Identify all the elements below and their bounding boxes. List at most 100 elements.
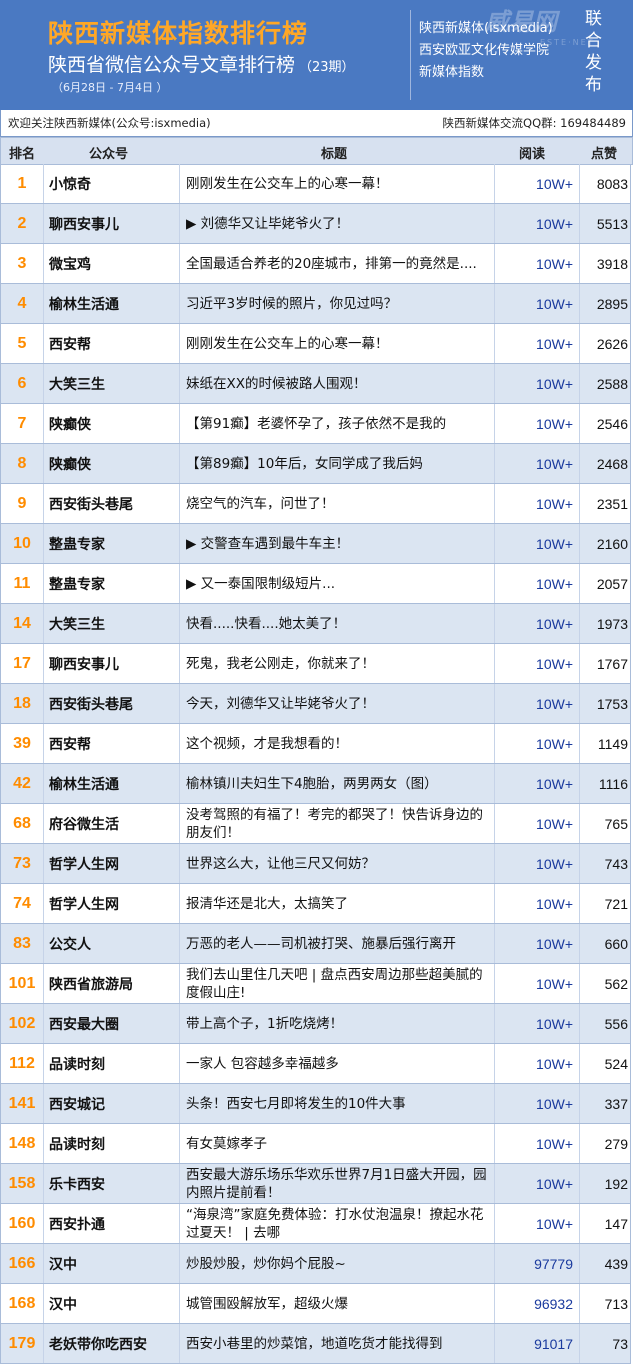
title-cell[interactable]: 没考驾照的有福了！考完的都哭了！快告诉身边的朋友们！ — [179, 804, 494, 843]
title-cell[interactable]: 西安小巷里的炒菜馆，地道吃货才能找得到 — [179, 1324, 494, 1363]
title-cell[interactable]: 西安最大游乐场乐华欢乐世界7月1日盛大开园，园内照片提前看！ — [179, 1164, 494, 1203]
table-row[interactable]: 68 府谷微生活 没考驾照的有福了！考完的都哭了！快告诉身边的朋友们！ 10W+ 765 — [0, 804, 631, 844]
title-cell[interactable]: 报清华还是北大，太搞笑了 — [179, 884, 494, 923]
page-subtitle: 陕西省微信公众号文章排行榜 （23期） — [48, 50, 355, 77]
table-row[interactable]: 112 品读时刻 一家人 包容越多幸福越多 10W+ 524 — [0, 1044, 631, 1084]
page-title: 陕西新媒体指数排行榜 — [48, 19, 309, 48]
title-cell[interactable]: 习近平3岁时候的照片，你见过吗？ — [179, 284, 494, 323]
account-cell: 西安城记 — [43, 1084, 179, 1123]
reads-cell: 10W+ — [494, 444, 579, 483]
reads-cell: 96932 — [494, 1284, 579, 1323]
likes-cell: 3918 — [579, 244, 630, 283]
title-cell[interactable]: 万恶的老人——司机被打哭、施暴后强行离开 — [179, 924, 494, 963]
account-cell: 西安帮 — [43, 724, 179, 763]
rank-cell: 160 — [8, 1214, 36, 1232]
title-cell[interactable]: 这个视频，才是我想看的！ — [179, 724, 494, 763]
title-cell[interactable]: 头条！西安七月即将发生的10件大事 — [179, 1084, 494, 1123]
table-row[interactable]: 10 整蛊专家 ▶ 交警查车遇到最牛车主！ 10W+ 2160 — [0, 524, 631, 564]
rank-cell: 166 — [8, 1254, 36, 1272]
qq-group-notice: 陕西新媒体交流QQ群: 169484489 — [442, 116, 626, 130]
title-cell[interactable]: 妹纸在XX的时候被路人围观！ — [179, 364, 494, 403]
likes-cell: 1767 — [579, 644, 630, 683]
table-row[interactable]: 148 品读时刻 有女莫嫁孝子 10W+ 279 — [0, 1124, 631, 1164]
header-divider — [410, 10, 411, 100]
table-row[interactable]: 102 西安最大圈 带上高个子，1折吃烧烤！ 10W+ 556 — [0, 1004, 631, 1044]
table-row[interactable]: 14 大笑三生 快看.....快看....她太美了！ 10W+ 1973 — [0, 604, 631, 644]
title-cell[interactable]: ▶ 刘德华又让毕姥爷火了！ — [179, 204, 494, 243]
table-row[interactable]: 17 聊西安事儿 死鬼，我老公刚走，你就来了！ 10W+ 1767 — [0, 644, 631, 684]
table-row[interactable]: 73 哲学人生网 世界这么大，让他三尺又何妨？ 10W+ 743 — [0, 844, 631, 884]
column-header-rank: 排名 — [9, 147, 36, 162]
likes-cell: 73 — [579, 1324, 630, 1363]
table-row[interactable]: 39 西安帮 这个视频，才是我想看的！ 10W+ 1149 — [0, 724, 631, 764]
table-row[interactable]: 1 小惊奇 刚刚发生在公交车上的心寒一幕！ 10W+ 8083 — [0, 164, 631, 204]
title-cell[interactable]: 【第91癫】老婆怀孕了，孩子依然不是我的 — [179, 404, 494, 443]
table-row[interactable]: 83 公交人 万恶的老人——司机被打哭、施暴后强行离开 10W+ 660 — [0, 924, 631, 964]
reads-cell: 10W+ — [494, 404, 579, 443]
likes-cell: 765 — [579, 804, 630, 843]
title-cell[interactable]: “海泉湾”家庭免费体验：打水仗泡温泉！撩起水花过夏天！ | 去哪 — [179, 1204, 494, 1243]
reads-cell: 10W+ — [494, 964, 579, 1003]
account-cell: 老妖带你吃西安 — [43, 1324, 179, 1363]
likes-cell: 8083 — [579, 164, 630, 203]
likes-cell: 1116 — [579, 764, 630, 803]
title-cell[interactable]: 炒股炒股，炒你妈个屁股~ — [179, 1244, 494, 1283]
table-row[interactable]: 168 汉中 城管围殴解放军，超级火爆 96932 713 — [0, 1284, 631, 1324]
table-row[interactable]: 6 大笑三生 妹纸在XX的时候被路人围观！ 10W+ 2588 — [0, 364, 631, 404]
rank-cell: 9 — [17, 494, 27, 512]
title-cell[interactable]: 死鬼，我老公刚走，你就来了！ — [179, 644, 494, 683]
rank-cell: 68 — [13, 814, 31, 832]
likes-cell: 713 — [579, 1284, 630, 1323]
title-cell[interactable]: 有女莫嫁孝子 — [179, 1124, 494, 1163]
account-cell: 西安扑通 — [43, 1204, 179, 1243]
table-row[interactable]: 3 微宝鸡 全国最适合养老的20座城市，排第一的竟然是.... 10W+ 3918 — [0, 244, 631, 284]
table-row[interactable]: 101 陕西省旅游局 我们去山里住几天吧 | 盘点西安周边那些超美腻的度假山庄! 10… — [0, 964, 631, 1004]
title-cell[interactable]: 世界这么大，让他三尺又何妨？ — [179, 844, 494, 883]
table-row[interactable]: 141 西安城记 头条！西安七月即将发生的10件大事 10W+ 337 — [0, 1084, 631, 1124]
title-cell[interactable]: 带上高个子，1折吃烧烤！ — [179, 1004, 494, 1043]
table-row[interactable]: 11 整蛊专家 ▶ 又一泰国限制级短片... 10W+ 2057 — [0, 564, 631, 604]
table-row[interactable]: 7 陕癫侠 【第91癫】老婆怀孕了，孩子依然不是我的 10W+ 2546 — [0, 404, 631, 444]
account-cell: 乐卡西安 — [43, 1164, 179, 1203]
table-row[interactable]: 74 哲学人生网 报清华还是北大，太搞笑了 10W+ 721 — [0, 884, 631, 924]
title-cell[interactable]: 城管围殴解放军，超级火爆 — [179, 1284, 494, 1323]
title-cell[interactable]: 刚刚发生在公交车上的心寒一幕！ — [179, 324, 494, 363]
table-row[interactable]: 4 榆林生活通 习近平3岁时候的照片，你见过吗？ 10W+ 2895 — [0, 284, 631, 324]
table-row[interactable]: 18 西安街头巷尾 今天，刘德华又让毕姥爷火了！ 10W+ 1753 — [0, 684, 631, 724]
title-cell[interactable]: 榆林镇川夫妇生下4胞胎，两男两女（图） — [179, 764, 494, 803]
rank-cell: 148 — [8, 1134, 36, 1152]
table-row[interactable]: 9 西安街头巷尾 烧空气的汽车，问世了！ 10W+ 2351 — [0, 484, 631, 524]
title-cell[interactable]: 烧空气的汽车，问世了！ — [179, 484, 494, 523]
reads-cell: 10W+ — [494, 884, 579, 923]
table-row[interactable]: 2 聊西安事儿 ▶ 刘德华又让毕姥爷火了！ 10W+ 5513 — [0, 204, 631, 244]
title-cell[interactable]: ▶ 交警查车遇到最牛车主！ — [179, 524, 494, 563]
title-cell[interactable]: 一家人 包容越多幸福越多 — [179, 1044, 494, 1083]
account-cell: 哲学人生网 — [43, 884, 179, 923]
table-row[interactable]: 158 乐卡西安 西安最大游乐场乐华欢乐世界7月1日盛大开园，园内照片提前看！ 10W… — [0, 1164, 631, 1204]
title-cell[interactable]: 刚刚发生在公交车上的心寒一幕！ — [179, 164, 494, 203]
table-row[interactable]: 42 榆林生活通 榆林镇川夫妇生下4胞胎，两男两女（图） 10W+ 1116 — [0, 764, 631, 804]
reads-cell: 10W+ — [494, 724, 579, 763]
info-bar: 欢迎关注陕西新媒体(公众号:isxmedia) 陕西新媒体交流QQ群: 1694… — [0, 110, 633, 137]
rank-cell: 141 — [8, 1094, 36, 1112]
title-cell[interactable]: 【第89癫】10年后，女同学成了我后妈 — [179, 444, 494, 483]
rank-cell: 73 — [13, 854, 31, 872]
table-row[interactable]: 8 陕癫侠 【第89癫】10年后，女同学成了我后妈 10W+ 2468 — [0, 444, 631, 484]
reads-cell: 10W+ — [494, 564, 579, 603]
title-cell[interactable]: 快看.....快看....她太美了！ — [179, 604, 494, 643]
reads-cell: 10W+ — [494, 1004, 579, 1043]
table-row[interactable]: 166 汉中 炒股炒股，炒你妈个屁股~ 97779 439 — [0, 1244, 631, 1284]
reads-cell: 10W+ — [494, 764, 579, 803]
title-cell[interactable]: 今天，刘德华又让毕姥爷火了！ — [179, 684, 494, 723]
rank-cell: 179 — [8, 1334, 36, 1352]
table-row[interactable]: 179 老妖带你吃西安 西安小巷里的炒菜馆，地道吃货才能找得到 91017 73 — [0, 1324, 631, 1364]
title-cell[interactable]: ▶ 又一泰国限制级短片... — [179, 564, 494, 603]
likes-cell: 660 — [579, 924, 630, 963]
table-row[interactable]: 5 西安帮 刚刚发生在公交车上的心寒一幕！ 10W+ 2626 — [0, 324, 631, 364]
title-cell[interactable]: 我们去山里住几天吧 | 盘点西安周边那些超美腻的度假山庄! — [179, 964, 494, 1003]
rank-cell: 17 — [13, 654, 31, 672]
table-row[interactable]: 160 西安扑通 “海泉湾”家庭免费体验：打水仗泡温泉！撩起水花过夏天！ | 去哪 1… — [0, 1204, 631, 1244]
column-header-account: 公众号 — [89, 147, 129, 162]
title-cell[interactable]: 全国最适合养老的20座城市，排第一的竟然是.... — [179, 244, 494, 283]
rank-cell: 6 — [17, 374, 27, 392]
